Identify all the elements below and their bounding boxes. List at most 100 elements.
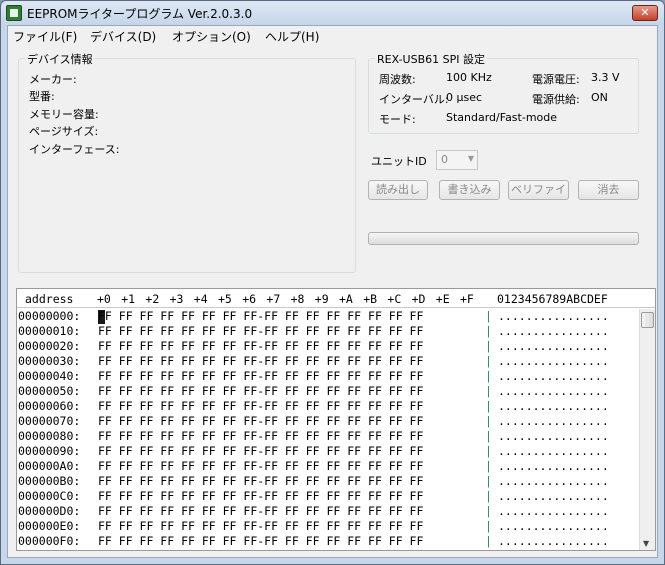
row-separator: | [485,474,492,488]
column-header: +F [460,292,474,306]
row-separator: | [485,309,492,323]
column-header: +7 [266,292,281,306]
column-header: +3 [169,292,184,306]
address-header: address [25,292,74,306]
column-header: +6 [242,292,257,306]
column-header: +1 [121,292,136,306]
row-bytes[interactable]: FF FF FF FF FF FF FF FF-FF FF FF FF FF F… [98,504,423,519]
interval-value: 0 µsec [446,91,483,104]
row-address: 000000C0: [18,489,81,503]
row-address: 00000060: [18,399,81,413]
row-separator: | [485,369,492,383]
read-button[interactable]: 読み出し [368,180,428,200]
row-bytes[interactable]: FF FF FF FF FF FF FF FF-FF FF FF FF FF F… [98,399,423,414]
client-area: ファイル(F) デバイス(D) オプション(O) ヘルプ(H) デバイス情報 メ… [7,25,658,558]
progress-bar [368,232,639,245]
hex-dump-panel[interactable]: address +0 +1 +2 +3 +4 +5 +6 +7 +8 +9 +A +B +C +D +E +F… [16,288,656,551]
title-bar[interactable]: EEPROMライタープログラム Ver.2.0.3.0 ✕ [1,1,664,25]
verify-button[interactable]: ベリファイ [508,180,569,200]
row-ascii: ................ [498,519,609,533]
row-address: 000000F0: [18,534,81,548]
row-separator: | [485,519,492,533]
column-header: +9 [314,292,329,306]
row-separator: | [485,384,492,398]
unit-id-select[interactable]: 0 ▼ [436,150,478,170]
write-button[interactable]: 書き込み [439,180,500,200]
window-title: EEPROMライタープログラム Ver.2.0.3.0 [27,7,253,21]
row-bytes[interactable]: FF FF FF FF FF FF FF FF-FF FF FF FF FF F… [98,459,423,474]
row-bytes[interactable]: FF FF FF FF FF FF FF FF-FF FF FF FF FF F… [98,489,423,504]
row-ascii: ................ [498,384,609,398]
voltage-value: 3.3 V [591,71,620,84]
row-address: 00000070: [18,414,81,428]
row-ascii: ................ [498,474,609,488]
frequency-value: 100 KHz [446,71,492,84]
menu-file[interactable]: ファイル(F) [10,28,80,45]
column-header: +D [411,292,426,306]
spi-settings-group: REX-USB61 SPI 設定 周波数: 100 KHz 電源電圧: 3.3 … [368,51,639,134]
row-bytes[interactable]: FF FF FF FF FF FF FF FF-FF FF FF FF FF F… [98,429,423,444]
row-separator: | [485,489,492,503]
mode-value: Standard/Fast-mode [446,111,558,124]
memory-capacity-label: メモリー容量: [29,108,99,121]
menu-device[interactable]: デバイス(D) [87,28,159,45]
row-address: 00000040: [18,369,81,383]
row-separator: | [485,414,492,428]
row-bytes[interactable]: FF FF FF FF FF FF FF FF-FF FF FF FF FF F… [98,369,423,384]
row-separator: | [485,324,492,338]
row-ascii: ................ [498,324,609,338]
scroll-down-icon[interactable]: ▼ [643,539,649,548]
row-ascii: ................ [498,429,609,443]
vertical-scrollbar[interactable]: ▼ [639,309,655,550]
model-label: 型番: [29,90,55,103]
row-address: 000000B0: [18,474,81,488]
row-ascii: ................ [498,354,609,368]
column-header: +0 [97,292,111,306]
row-bytes[interactable]: FF FF FF FF FF FF FF FF-FF FF FF FF FF F… [98,414,423,429]
row-bytes[interactable]: FF FF FF FF FF FF FF FF-FF FF FF FF FF F… [98,474,423,489]
row-bytes[interactable]: FF FF FF FF FF FF FF FF-FF FF FF FF FF F… [98,309,423,324]
row-separator: | [485,399,492,413]
row-ascii: ................ [498,369,609,383]
row-bytes[interactable]: FF FF FF FF FF FF FF FF-FF FF FF FF FF F… [98,534,423,549]
row-bytes[interactable]: FF FF FF FF FF FF FF FF-FF FF FF FF FF F… [98,339,423,354]
erase-button[interactable]: 消去 [578,180,639,200]
row-address: 00000030: [18,354,81,368]
row-address: 000000D0: [18,504,81,518]
row-bytes-text[interactable]: FF FF FF FF FF FF FF FF-FF FF FF FF FF F… [98,309,423,323]
row-separator: | [485,354,492,368]
maker-label: メーカー: [29,73,77,86]
close-button[interactable]: ✕ [632,5,658,21]
spi-settings-title: REX-USB61 SPI 設定 [375,51,487,67]
row-separator: | [485,444,492,458]
row-ascii: ................ [498,309,609,323]
row-bytes[interactable]: FF FF FF FF FF FF FF FF-FF FF FF FF FF F… [98,444,423,459]
row-bytes[interactable]: FF FF FF FF FF FF FF FF-FF FF FF FF FF F… [98,324,423,339]
mode-label: モード: [379,113,416,126]
row-bytes[interactable]: FF FF FF FF FF FF FF FF-FF FF FF FF FF F… [98,519,423,534]
row-bytes[interactable]: FF FF FF FF FF FF FF FF-FF FF FF FF FF F… [98,384,423,399]
edit-cursor [98,310,105,324]
power-supply-label: 電源供給: [532,93,580,106]
row-ascii: ................ [498,414,609,428]
column-header: +C [387,292,402,306]
row-ascii: ................ [498,459,609,473]
row-address: 00000090: [18,444,81,458]
device-info-title: デバイス情報 [25,51,95,67]
app-window: EEPROMライタープログラム Ver.2.0.3.0 ✕ ファイル(F) デバ… [0,0,665,565]
menu-option[interactable]: オプション(O) [169,28,254,45]
interval-label: インターバル: [379,93,449,106]
hex-body[interactable]: 00000000: FF FF FF FF FF FF FF FF-FF FF F… [17,309,639,550]
column-header: +2 [145,292,160,306]
chevron-down-icon: ▼ [467,154,474,163]
row-ascii: ................ [498,534,609,548]
row-separator: | [485,429,492,443]
row-bytes[interactable]: FF FF FF FF FF FF FF FF-FF FF FF FF FF F… [98,354,423,369]
device-info-group: デバイス情報 メーカー: 型番: メモリー容量: ページサイズ: インターフェー… [18,51,356,273]
row-ascii: ................ [498,399,609,413]
column-header: +5 [218,292,232,306]
menu-help[interactable]: ヘルプ(H) [262,28,322,45]
scrollbar-thumb[interactable] [641,312,654,328]
row-ascii: ................ [498,339,609,353]
row-address: 00000020: [18,339,81,353]
